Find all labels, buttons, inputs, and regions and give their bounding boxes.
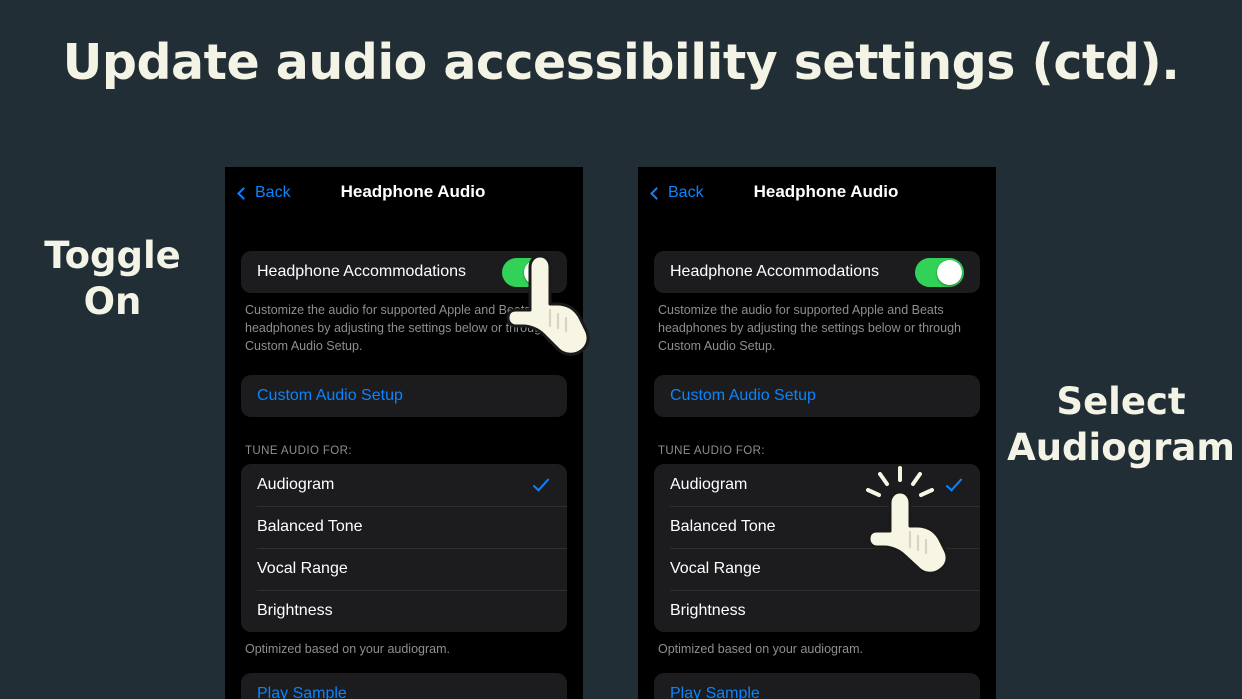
tune-audio-option-brightness-right[interactable]: Brightness (654, 590, 980, 632)
tune-audio-option-label: Brightness (257, 602, 333, 620)
phone-screenshot-left: Back Headphone Audio Headphone Accommoda… (225, 167, 583, 699)
headphone-accommodations-label: Headphone Accommodations (257, 263, 467, 280)
page-title: Update audio accessibility settings (ctd… (62, 34, 1180, 91)
nav-bar-right: Back Headphone Audio (638, 167, 996, 223)
tune-audio-option-label: Vocal Range (257, 560, 348, 578)
toggle-knob (524, 259, 549, 285)
headphone-accommodations-row-left[interactable]: Headphone Accommodations (241, 251, 567, 293)
tune-audio-header-right: TUNE AUDIO FOR: (658, 445, 765, 458)
headphone-accommodations-label: Headphone Accommodations (670, 263, 880, 280)
custom-audio-setup-card-left: Custom Audio Setup (241, 375, 567, 418)
play-sample-card-right: Play Sample (654, 673, 980, 699)
nav-bar-left: Back Headphone Audio (225, 167, 583, 223)
accommodations-card-left: Headphone Accommodations (241, 251, 567, 293)
nav-title-right: Headphone Audio (753, 182, 899, 201)
tune-audio-option-label: Audiogram (670, 476, 748, 494)
nav-title-left: Headphone Audio (340, 182, 486, 201)
annotation-select-audiogram: Select Audiogram (1007, 380, 1235, 469)
play-sample-label: Play Sample (257, 685, 347, 699)
slide-canvas: Update audio accessibility settings (ctd… (0, 0, 1242, 699)
tune-audio-option-balanced-tone[interactable]: Balanced Tone (241, 506, 567, 548)
headphone-accommodations-toggle[interactable] (502, 257, 551, 287)
accommodations-footnote-right: Customize the audio for supported Apple … (658, 303, 961, 353)
accommodations-footnote-left: Customize the audio for supported Apple … (245, 303, 548, 353)
tune-audio-option-audiogram-right[interactable]: Audiogram (654, 464, 980, 506)
tune-audio-option-audiogram[interactable]: Audiogram (241, 464, 567, 506)
phone-screenshot-right: Back Headphone Audio Headphone Accommoda… (638, 167, 996, 699)
custom-audio-setup-label: Custom Audio Setup (670, 387, 816, 405)
play-sample-row-left[interactable]: Play Sample (241, 673, 567, 699)
tune-audio-card-left: Audiogram Balanced Tone Vocal Range Brig… (241, 464, 567, 633)
toggle-knob (937, 259, 962, 285)
accommodations-card-right: Headphone Accommodations (654, 251, 980, 293)
tune-audio-option-label: Audiogram (257, 476, 335, 494)
play-sample-card-left: Play Sample (241, 673, 567, 699)
tune-audio-option-label: Brightness (670, 602, 746, 620)
play-sample-row-right[interactable]: Play Sample (654, 673, 980, 699)
tune-audio-option-balanced-tone-right[interactable]: Balanced Tone (654, 506, 980, 548)
annotation-toggle-on: Toggle On (44, 234, 181, 323)
custom-audio-setup-row-right[interactable]: Custom Audio Setup (654, 375, 980, 417)
tune-audio-option-label: Vocal Range (670, 560, 761, 578)
tune-audio-option-vocal-range-right[interactable]: Vocal Range (654, 548, 980, 590)
tune-audio-header-left: TUNE AUDIO FOR: (245, 445, 352, 458)
tune-audio-footnote-right: Optimized based on your audiogram. (658, 642, 863, 657)
tune-audio-option-label: Balanced Tone (670, 518, 776, 536)
tune-audio-card-right: Audiogram Balanced Tone Vocal Range Brig… (654, 464, 980, 633)
tune-audio-option-vocal-range[interactable]: Vocal Range (241, 548, 567, 590)
custom-audio-setup-row-left[interactable]: Custom Audio Setup (241, 375, 567, 417)
tune-audio-option-brightness[interactable]: Brightness (241, 590, 567, 632)
headphone-accommodations-toggle-right[interactable] (915, 257, 964, 287)
tune-audio-footnote-left: Optimized based on your audiogram. (245, 642, 450, 657)
play-sample-label: Play Sample (670, 685, 760, 699)
headphone-accommodations-row-right[interactable]: Headphone Accommodations (654, 251, 980, 293)
custom-audio-setup-card-right: Custom Audio Setup (654, 375, 980, 418)
checkmark-icon (945, 474, 963, 492)
custom-audio-setup-label: Custom Audio Setup (257, 387, 403, 405)
tune-audio-option-label: Balanced Tone (257, 518, 363, 536)
checkmark-icon (532, 474, 550, 492)
